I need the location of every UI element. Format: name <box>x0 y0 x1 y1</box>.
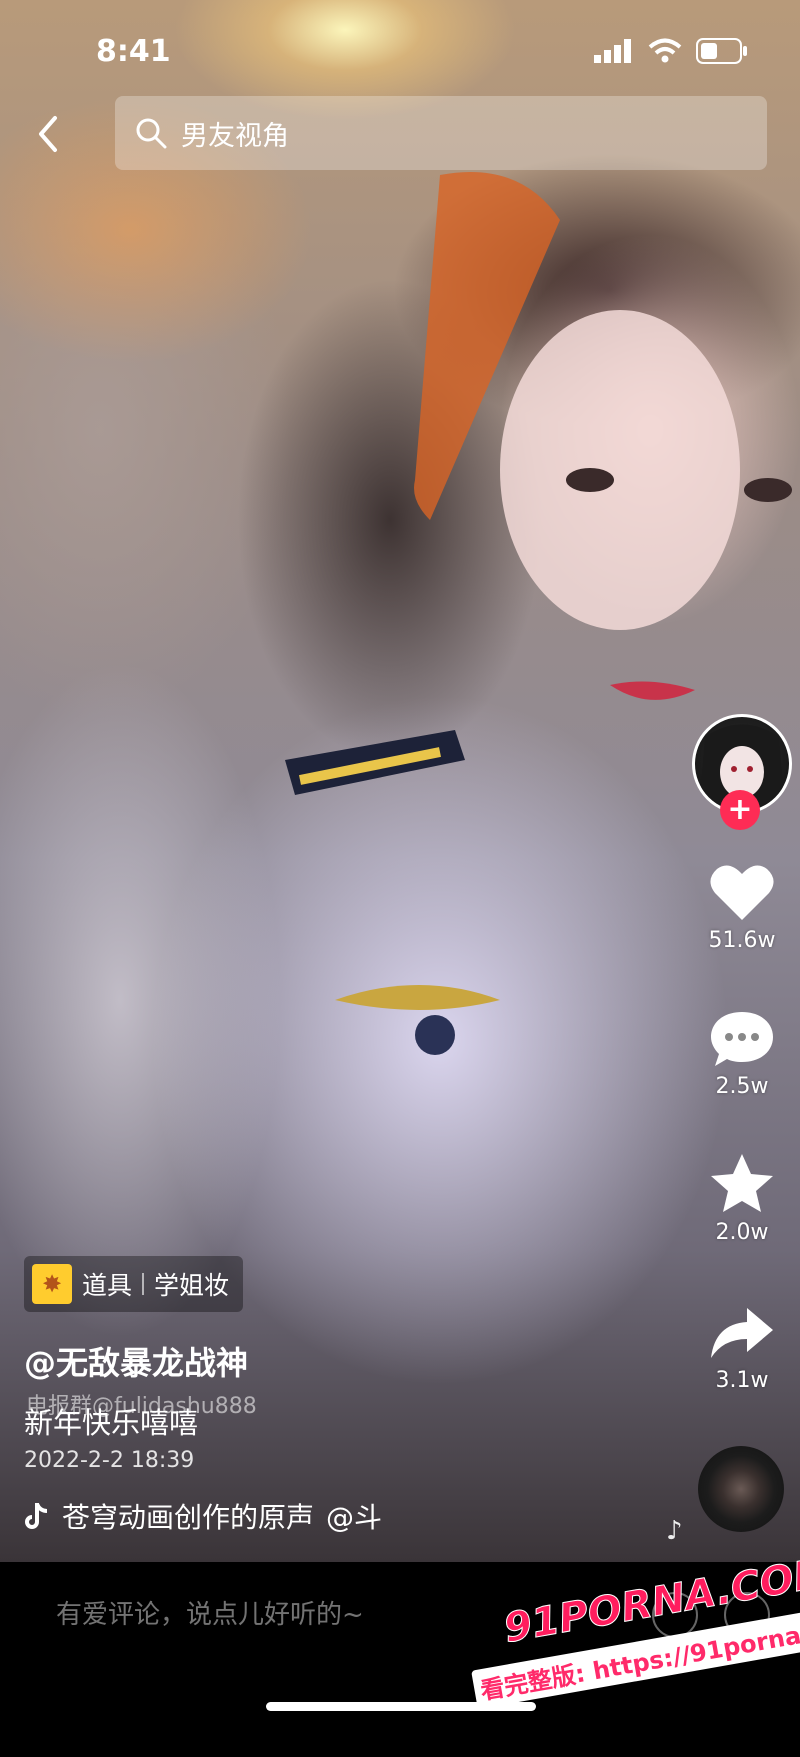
prop-label: 道具 <box>82 1271 133 1300</box>
prop-separator <box>142 1273 145 1295</box>
music-note-icon: ♪ <box>666 1516 683 1546</box>
prop-icon: ✸ <box>32 1264 72 1304</box>
favorite-button[interactable]: 2.0w <box>700 1152 784 1245</box>
comment-input[interactable]: 有爱评论，说点儿好听的~ <box>56 1594 364 1631</box>
comment-count: 2.5w <box>715 1074 769 1099</box>
like-count: 51.6w <box>708 928 776 953</box>
search-icon <box>135 116 169 150</box>
author-name[interactable]: @无敌暴龙战神 <box>24 1338 248 1384</box>
music-title: 苍穹动画创作的原声 <box>62 1501 315 1534</box>
heart-icon <box>710 865 774 920</box>
battery-icon <box>696 38 747 64</box>
signal-icon <box>594 39 631 63</box>
search-query: 男友视角 <box>181 120 289 152</box>
search-bar[interactable]: 男友视角 <box>115 96 767 170</box>
comment-button[interactable]: 2.5w <box>700 1008 784 1099</box>
star-icon <box>711 1154 773 1212</box>
back-arrow-icon <box>39 116 57 152</box>
favorite-count: 2.0w <box>715 1220 769 1245</box>
follow-button[interactable]: + <box>720 790 760 830</box>
prop-tag[interactable]: ✸ 道具 学姐妆 <box>24 1256 244 1312</box>
share-button[interactable]: 3.1w <box>700 1304 784 1393</box>
wifi-icon <box>648 38 682 63</box>
status-time: 8:41 <box>96 34 171 69</box>
video-date: 2022-2-2 18:39 <box>24 1448 195 1473</box>
video-player[interactable] <box>0 0 800 1562</box>
music-disc[interactable] <box>698 1446 784 1532</box>
status-icons <box>594 38 748 64</box>
share-count: 3.1w <box>715 1368 769 1393</box>
like-button[interactable]: 51.6w <box>700 862 784 953</box>
prop-name: 学姐妆 <box>154 1271 230 1300</box>
share-arrow-icon <box>711 1308 773 1358</box>
music-info[interactable]: 苍穹动画创作的原声 @斗 <box>24 1496 434 1536</box>
video-frame-art <box>285 172 792 1055</box>
tiktok-logo-icon <box>25 1503 48 1529</box>
music-author: @斗 <box>326 1501 383 1534</box>
comment-icon <box>711 1012 773 1066</box>
back-button[interactable] <box>22 108 74 160</box>
video-description: 新年快乐嘻嘻 <box>24 1406 199 1440</box>
